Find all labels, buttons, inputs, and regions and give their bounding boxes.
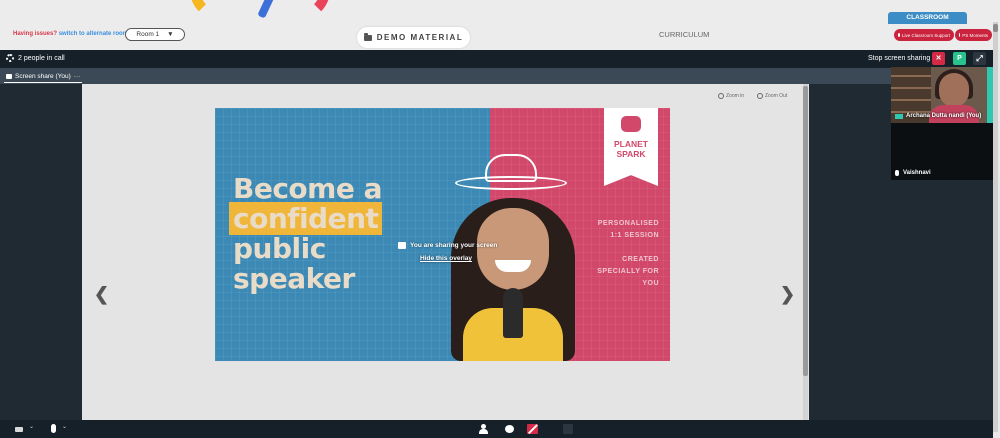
document-viewer: Zoom in Zoom Out ❮ ❯ Become a confident … <box>82 84 809 420</box>
screen-share-icon[interactable] <box>527 424 538 434</box>
participant-video[interactable]: Archana Dutta nandi (You) <box>891 67 993 123</box>
room-select[interactable]: Room 1 ▼ <box>125 28 185 41</box>
viewer-scrollbar[interactable] <box>803 84 808 420</box>
stop-screen-sharing-label[interactable]: Stop screen sharing <box>868 55 930 62</box>
demo-material-button[interactable]: DEMO MATERIAL <box>357 27 470 48</box>
microphone-illustration <box>503 288 523 338</box>
caret-down-icon: ▼ <box>167 31 174 38</box>
zoom-out-icon <box>757 93 763 99</box>
viewer-scrollbar-thumb[interactable] <box>803 86 808 376</box>
right-panel <box>809 84 891 420</box>
person-body <box>479 429 488 434</box>
p-button[interactable]: P <box>953 52 966 65</box>
video-side-bar <box>987 67 993 123</box>
camera-icon <box>895 113 903 119</box>
logo-line-1: PLANET <box>614 139 648 149</box>
ps-moments-label: PS Moments <box>962 32 988 38</box>
tab-screen-share[interactable]: Screen share (You) ··· <box>4 70 82 83</box>
issues-label: Having issues? <box>13 31 58 37</box>
chevron-down-icon[interactable]: ⌄ <box>62 423 67 430</box>
microphone-icon <box>895 170 899 176</box>
scrollbar-thumb[interactable] <box>993 24 998 32</box>
hide-overlay-link[interactable]: Hide this overlay <box>420 255 472 262</box>
slide-headline: Become a confident public speaker <box>229 172 382 295</box>
classroom-tab[interactable]: CLASSROOM <box>888 12 967 24</box>
tab-screen-share-label: Screen share (You) <box>15 72 71 80</box>
left-panel <box>0 84 82 420</box>
issues-text: Having issues? switch to alternate room <box>13 31 128 37</box>
participant-name: Vaishnavi <box>903 170 931 176</box>
support-icon <box>898 33 900 37</box>
slide-tagline-1: PERSONALISED 1:1 SESSION <box>597 220 659 239</box>
camera-icon[interactable] <box>15 427 23 432</box>
logo-line-2: SPARK <box>616 149 646 159</box>
logo-decoration <box>270 0 330 20</box>
app-root: Having issues? switch to alternate room … <box>0 0 1000 438</box>
top-bar: Having issues? switch to alternate room … <box>0 0 1000 50</box>
alternate-room-link[interactable]: switch to alternate room <box>59 31 128 37</box>
zoom-in-button[interactable]: Zoom in <box>718 93 744 99</box>
sharing-overlay-text: You are sharing your screen <box>410 242 498 249</box>
zoom-in-icon <box>718 93 724 99</box>
slide: Become a confident public speaker PLANET… <box>215 108 670 361</box>
headline-line-2: confident <box>229 202 383 235</box>
participant-face <box>939 73 969 107</box>
live-classroom-support-button[interactable]: Live Classroom Support <box>894 29 954 41</box>
zoom-in-label: Zoom in <box>726 93 745 99</box>
fullscreen-icon[interactable]: ⤢ <box>973 52 986 65</box>
curriculum-tab[interactable]: CURRICULUM <box>659 30 709 39</box>
previous-slide-icon[interactable]: ❮ <box>94 284 109 305</box>
girl-face <box>477 208 549 290</box>
more-icon[interactable]: ··· <box>74 73 81 80</box>
girl-photo <box>433 188 593 361</box>
live-classroom-support-label: Live Classroom Support <box>901 32 950 38</box>
people-count: 2 people in call <box>18 55 65 62</box>
participants-panel: Archana Dutta nandi (You) Vaishnavi <box>891 67 993 180</box>
call-header: 2 people in call Stop screen sharing ✕ P… <box>0 50 993 68</box>
ps-moments-button[interactable]: PS Moments <box>955 29 992 41</box>
headline-line-4: speaker <box>233 262 355 295</box>
headline-line-1: Become a <box>233 172 382 205</box>
layout-icon[interactable] <box>563 424 573 434</box>
monitor-icon <box>6 73 12 79</box>
participant-name: Archana Dutta nandi (You) <box>906 113 982 119</box>
zoom-out-label: Zoom Out <box>765 93 788 99</box>
zoom-out-button[interactable]: Zoom Out <box>757 93 787 99</box>
folder-icon <box>363 32 372 41</box>
logo-decoration <box>190 0 250 20</box>
gear-icon[interactable] <box>6 54 14 62</box>
microphone-icon[interactable] <box>51 424 56 433</box>
headline-line-3: public <box>233 232 326 265</box>
chevron-down-icon[interactable]: ⌄ <box>29 423 34 430</box>
participant-name-tag: Archana Dutta nandi (You) <box>895 113 981 119</box>
participant-name-tag: Vaishnavi <box>895 170 931 176</box>
slide-tagline-2: CREATED SPECIALLY FOR YOU <box>597 256 659 287</box>
robot-icon <box>621 116 641 132</box>
planet-spark-logo: PLANET SPARK <box>604 108 658 186</box>
stop-share-close-icon[interactable]: ✕ <box>932 52 945 65</box>
participants-icon[interactable] <box>479 424 488 434</box>
sharing-overlay-message: You are sharing your screen <box>398 242 497 249</box>
next-slide-icon[interactable]: ❯ <box>780 284 795 305</box>
room-select-value: Room 1 <box>136 31 160 38</box>
share-tabstrip: Screen share (You) ··· <box>0 68 993 84</box>
hat-illustration <box>455 148 567 190</box>
demo-material-label: DEMO MATERIAL <box>376 33 464 42</box>
page-scrollbar[interactable] <box>993 22 998 432</box>
chat-icon[interactable] <box>505 425 514 433</box>
bottom-toolbar: ⌄ ⌄ <box>0 420 993 438</box>
moments-icon <box>959 33 961 37</box>
monitor-icon <box>398 242 406 249</box>
